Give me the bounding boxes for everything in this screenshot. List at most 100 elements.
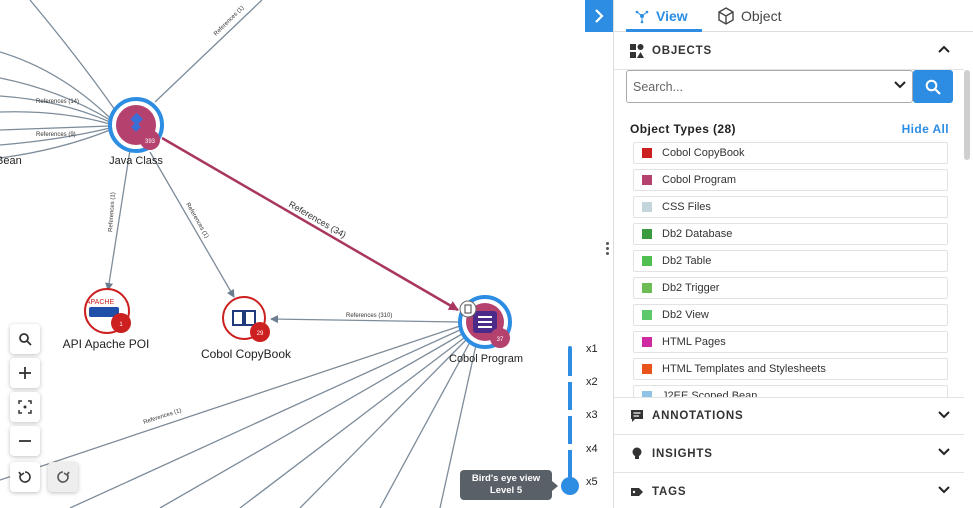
objects-icon xyxy=(628,43,646,58)
bean-node-label: Bean xyxy=(0,155,22,167)
zoom-tick xyxy=(567,376,573,382)
zoom-level-slider[interactable] xyxy=(568,346,572,486)
search-icon xyxy=(925,79,941,95)
app-root: References (34) References (310) Referen… xyxy=(0,0,973,508)
copybook-label: Cobol CopyBook xyxy=(201,347,292,361)
graph-canvas[interactable]: References (34) References (310) Referen… xyxy=(0,0,610,508)
edge-label-java-to-program: References (34) xyxy=(287,199,348,240)
zoom-tick xyxy=(567,444,573,450)
object-type-label: Db2 Trigger xyxy=(662,282,720,294)
objects-section-header[interactable]: OBJECTS xyxy=(614,32,964,70)
graph-svg[interactable]: References (34) References (310) Referen… xyxy=(0,0,610,508)
edge-label-program-to-copybook: References (310) xyxy=(346,313,392,319)
search-icon xyxy=(19,333,32,346)
object-type-item[interactable]: J2EE Scoped Bean xyxy=(633,385,948,397)
apache-logo-text: APACHE xyxy=(86,299,115,306)
object-type-swatch xyxy=(642,148,652,158)
object-type-swatch xyxy=(642,310,652,320)
chevron-down-icon xyxy=(938,485,950,498)
object-type-label: Cobol Program xyxy=(662,174,736,186)
object-type-item[interactable]: Db2 Database xyxy=(633,223,948,245)
chevron-up-icon xyxy=(938,44,950,57)
object-type-item[interactable]: Db2 Table xyxy=(633,250,948,272)
panel-resize-handle[interactable] xyxy=(606,242,610,260)
tag-icon xyxy=(628,485,646,499)
collapse-panel-button[interactable] xyxy=(585,0,613,32)
chevron-down-icon xyxy=(938,447,950,460)
object-type-item[interactable]: Db2 Trigger xyxy=(633,277,948,299)
undo-icon xyxy=(18,471,31,483)
tags-section-title: TAGS xyxy=(652,486,687,498)
object-type-swatch xyxy=(642,283,652,293)
tab-view[interactable]: View xyxy=(634,0,688,32)
node-cobol-copybook[interactable]: 29 Cobol CopyBook xyxy=(201,296,292,361)
edge-java-to-program[interactable] xyxy=(161,136,459,312)
insights-section-title: INSIGHTS xyxy=(652,447,713,460)
object-search-input[interactable]: Search... xyxy=(626,70,913,103)
object-search-button[interactable] xyxy=(913,70,953,103)
tab-object[interactable]: Object xyxy=(717,0,781,32)
redo-icon xyxy=(57,471,70,483)
zoom-level-4[interactable]: x4 xyxy=(586,443,598,455)
object-type-item[interactable]: HTML Pages xyxy=(633,331,948,353)
edge-label-left-1: References (14) xyxy=(36,99,79,105)
minus-icon xyxy=(19,440,31,442)
zoom-tooltip: Bird's eye view Level 5 xyxy=(460,470,558,500)
node-java-class[interactable]: 393 Java Class xyxy=(108,97,164,167)
annotations-section-header[interactable]: ANNOTATIONS xyxy=(614,397,964,435)
object-type-swatch xyxy=(642,364,652,374)
insights-section-header[interactable]: INSIGHTS xyxy=(614,435,964,473)
fit-to-screen-button[interactable] xyxy=(10,392,40,422)
redo-button[interactable] xyxy=(48,462,78,492)
view-icon xyxy=(634,8,650,24)
edge-label-left-2: References (9) xyxy=(36,132,76,138)
panel-tabs: View Object xyxy=(614,0,973,32)
tab-view-label: View xyxy=(656,8,688,24)
side-panel: View Object OBJECTS Search... Object Typ… xyxy=(613,0,973,508)
object-type-label: HTML Pages xyxy=(662,336,726,348)
java-class-label: Java Class xyxy=(109,155,163,167)
object-type-label: HTML Templates and Stylesheets xyxy=(662,363,826,375)
search-placeholder: Search... xyxy=(633,79,684,94)
cube-icon xyxy=(717,7,735,25)
annotation-icon xyxy=(628,409,646,423)
java-class-count: 393 xyxy=(145,139,156,145)
object-type-item[interactable]: Cobol CopyBook xyxy=(633,142,948,164)
zoom-tooltip-title: Bird's eye view xyxy=(471,473,541,484)
zoom-level-1[interactable]: x1 xyxy=(586,343,598,355)
object-types-title: Object Types (28) xyxy=(630,122,736,136)
chevron-down-icon xyxy=(938,410,950,423)
chevron-down-icon[interactable] xyxy=(894,79,906,93)
object-type-swatch xyxy=(642,229,652,239)
zoom-level-5[interactable]: x5 xyxy=(586,476,598,488)
zoom-level-3[interactable]: x3 xyxy=(586,409,598,421)
object-type-item[interactable]: CSS Files xyxy=(633,196,948,218)
chevron-right-icon xyxy=(595,9,604,23)
object-type-swatch xyxy=(642,256,652,266)
hide-all-link[interactable]: Hide All xyxy=(902,122,949,136)
object-type-item[interactable]: Db2 View xyxy=(633,304,948,326)
document-badge-icon xyxy=(459,300,477,318)
object-type-item[interactable]: Cobol Program xyxy=(633,169,948,191)
object-type-item[interactable]: HTML Templates and Stylesheets xyxy=(633,358,948,380)
zoom-in-button[interactable] xyxy=(10,358,40,388)
zoom-tick xyxy=(567,410,573,416)
object-type-label: Db2 Table xyxy=(662,255,712,267)
object-type-label: Db2 View xyxy=(662,309,709,321)
fit-screen-icon xyxy=(18,400,32,414)
node-apache-poi[interactable]: APACHE 1 API Apache POI xyxy=(63,288,150,351)
search-graph-button[interactable] xyxy=(10,324,40,354)
zoom-level-2[interactable]: x2 xyxy=(586,376,598,388)
object-type-label: Cobol CopyBook xyxy=(662,147,745,159)
object-type-swatch xyxy=(642,175,652,185)
object-types-list: Cobol CopyBook Cobol Program CSS Files Db2 … xyxy=(633,142,948,397)
lightbulb-icon xyxy=(628,447,646,461)
zoom-out-button[interactable] xyxy=(10,426,40,456)
tags-section-header[interactable]: TAGS xyxy=(614,473,964,508)
zoom-slider-handle[interactable] xyxy=(561,477,579,495)
object-type-label: Db2 Database xyxy=(662,228,733,240)
node-cobol-program[interactable]: 37 Cobol Program xyxy=(449,295,523,365)
objects-section-title: OBJECTS xyxy=(652,44,712,57)
undo-button[interactable] xyxy=(10,462,40,492)
panel-scrollbar[interactable] xyxy=(964,70,970,160)
